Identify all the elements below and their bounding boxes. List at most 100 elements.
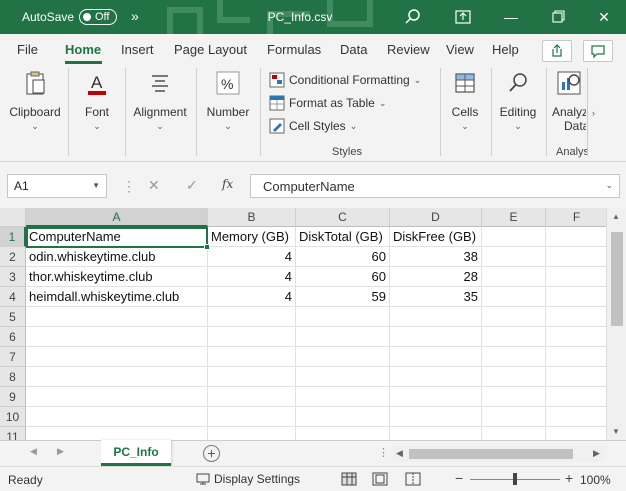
cell[interactable] xyxy=(482,347,546,367)
row-header[interactable]: 10 xyxy=(0,407,26,427)
cell[interactable] xyxy=(546,307,608,327)
row-header[interactable]: 9 xyxy=(0,387,26,407)
cell[interactable] xyxy=(482,407,546,427)
cell[interactable] xyxy=(208,367,296,387)
column-header-d[interactable]: D xyxy=(390,208,482,227)
cell[interactable] xyxy=(546,327,608,347)
cell[interactable] xyxy=(482,247,546,267)
cell[interactable]: 4 xyxy=(208,267,296,287)
cell[interactable] xyxy=(390,387,482,407)
tab-home[interactable]: Home xyxy=(65,42,101,57)
cell[interactable] xyxy=(546,387,608,407)
vertical-scrollbar[interactable]: ▲ ▼ xyxy=(606,208,626,440)
restore-icon[interactable] xyxy=(547,6,569,28)
add-sheet-icon[interactable]: + xyxy=(203,445,220,462)
cell[interactable]: heimdall.whiskeytime.club xyxy=(26,287,208,307)
cell[interactable] xyxy=(296,307,390,327)
alignment-group[interactable]: Alignment ⌄ xyxy=(128,68,192,132)
scroll-up-icon[interactable]: ▲ xyxy=(612,212,620,221)
cell[interactable] xyxy=(482,227,546,247)
editing-group[interactable]: Editing ⌄ xyxy=(494,68,542,132)
clipboard-group[interactable]: Clipboard ⌄ xyxy=(5,68,65,132)
autosave-toggle[interactable]: Off xyxy=(79,9,117,25)
number-group[interactable]: % Number ⌄ xyxy=(200,68,256,132)
cell[interactable]: 4 xyxy=(208,247,296,267)
format-as-table-button[interactable]: Format as Table ⌄ xyxy=(269,95,386,111)
next-sheet-icon[interactable]: ▶ xyxy=(57,446,64,457)
search-icon[interactable] xyxy=(402,6,424,28)
cell[interactable] xyxy=(546,427,608,440)
zoom-in-icon[interactable]: + xyxy=(565,470,573,486)
column-header-a[interactable]: A xyxy=(26,208,208,227)
scrollbar-thumb[interactable] xyxy=(611,232,623,326)
row-header[interactable]: 11 xyxy=(0,427,26,440)
cell[interactable] xyxy=(296,367,390,387)
cell[interactable]: 35 xyxy=(390,287,482,307)
cell[interactable] xyxy=(26,347,208,367)
cell[interactable] xyxy=(482,427,546,440)
zoom-slider-knob[interactable] xyxy=(513,473,517,485)
normal-view-icon[interactable] xyxy=(341,472,357,486)
cell[interactable] xyxy=(208,387,296,407)
fill-handle[interactable] xyxy=(204,244,210,250)
cell[interactable] xyxy=(546,367,608,387)
tab-insert[interactable]: Insert xyxy=(121,42,154,57)
cell[interactable] xyxy=(390,367,482,387)
cell[interactable] xyxy=(208,307,296,327)
horizontal-scrollbar[interactable]: ◀ ▶ xyxy=(393,446,605,462)
row-header[interactable]: 6 xyxy=(0,327,26,347)
ribbon-scroll-right[interactable]: › xyxy=(587,68,599,156)
column-header-c[interactable]: C xyxy=(296,208,390,227)
cell[interactable]: 28 xyxy=(390,267,482,287)
cell[interactable]: 60 xyxy=(296,247,390,267)
more-commands-icon[interactable]: » xyxy=(131,8,139,24)
cell[interactable]: DiskTotal (GB) xyxy=(296,227,390,247)
scroll-left-icon[interactable]: ◀ xyxy=(396,448,403,459)
cell[interactable] xyxy=(546,407,608,427)
zoom-out-icon[interactable]: − xyxy=(455,470,463,486)
previous-sheet-icon[interactable]: ◀ xyxy=(30,446,37,457)
ribbon-display-options-icon[interactable] xyxy=(452,6,474,28)
tab-data[interactable]: Data xyxy=(340,42,367,57)
cell[interactable] xyxy=(26,307,208,327)
minimize-icon[interactable]: — xyxy=(500,6,522,28)
row-header[interactable]: 5 xyxy=(0,307,26,327)
cell[interactable] xyxy=(296,387,390,407)
cell[interactable] xyxy=(482,267,546,287)
row-header[interactable]: 8 xyxy=(0,367,26,387)
row-header[interactable]: 3 xyxy=(0,267,26,287)
tab-page-layout[interactable]: Page Layout xyxy=(174,42,247,57)
cell[interactable] xyxy=(208,427,296,440)
cell[interactable] xyxy=(482,307,546,327)
display-settings-button[interactable]: Display Settings xyxy=(196,472,300,486)
cells-group[interactable]: Cells ⌄ xyxy=(444,68,486,132)
cell[interactable] xyxy=(546,347,608,367)
tab-review[interactable]: Review xyxy=(387,42,430,57)
select-all-corner[interactable] xyxy=(0,208,26,227)
cell-styles-button[interactable]: Cell Styles ⌄ xyxy=(269,118,357,134)
cell[interactable] xyxy=(296,347,390,367)
enter-icon[interactable]: ✓ xyxy=(186,177,198,194)
scrollbar-thumb[interactable] xyxy=(409,449,573,459)
cell[interactable] xyxy=(546,247,608,267)
name-box[interactable]: A1 ▼ xyxy=(7,174,107,198)
cell[interactable] xyxy=(390,327,482,347)
scroll-down-icon[interactable]: ▼ xyxy=(612,427,620,436)
scroll-right-icon[interactable]: ▶ xyxy=(593,448,600,459)
cell[interactable]: 60 xyxy=(296,267,390,287)
zoom-level[interactable]: 100% xyxy=(580,473,611,487)
column-header-f[interactable]: F xyxy=(546,208,608,227)
cell[interactable]: Memory (GB) xyxy=(208,227,296,247)
cell[interactable]: 4 xyxy=(208,287,296,307)
font-group[interactable]: A Font ⌄ xyxy=(72,68,122,132)
column-header-e[interactable]: E xyxy=(482,208,546,227)
tab-formulas[interactable]: Formulas xyxy=(267,42,321,57)
cell[interactable] xyxy=(390,427,482,440)
cell[interactable] xyxy=(390,347,482,367)
cell[interactable] xyxy=(26,407,208,427)
cell[interactable] xyxy=(482,327,546,347)
cell[interactable] xyxy=(208,407,296,427)
share-button[interactable] xyxy=(542,40,572,62)
cell[interactable] xyxy=(546,267,608,287)
row-header[interactable]: 1 xyxy=(0,227,26,247)
